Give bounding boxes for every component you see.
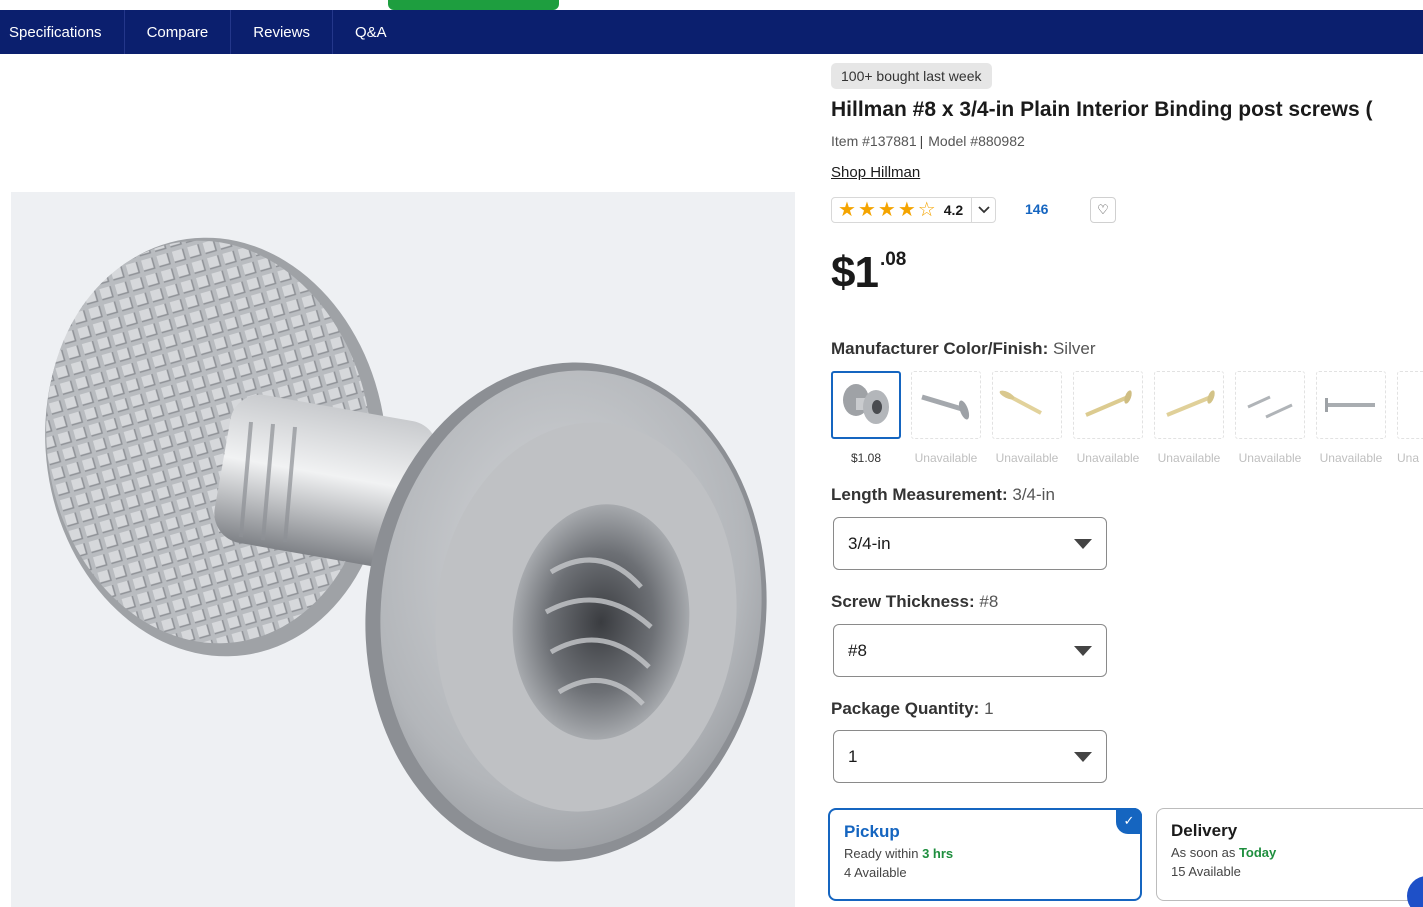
star-filled-icon: ★ (857, 199, 876, 221)
thickness-label-text: Screw Thickness: (831, 592, 975, 611)
star-filled-icon: ★ (877, 199, 896, 221)
model-number: Model #880982 (928, 133, 1025, 149)
delivery-soon-prefix: As soon as (1171, 845, 1236, 860)
price-cents: .08 (879, 249, 907, 270)
color-swatches: $1.08 Unavailable Unavailable Unavailabl… (831, 371, 1423, 471)
caret-down-icon (1074, 645, 1092, 656)
color-finish-value: Silver (1052, 339, 1096, 358)
swatch-caption: $1.08 (850, 451, 882, 465)
thickness-select[interactable]: #8 (833, 624, 1107, 677)
screw-thumbnail (1085, 390, 1132, 417)
star-filled-icon: ★ (838, 199, 856, 221)
thickness-label: Screw Thickness: #8 (831, 592, 998, 612)
swatch-option[interactable] (831, 371, 901, 439)
swatch-caption: Unavailable (995, 451, 1059, 465)
chevron-down-icon[interactable] (971, 198, 995, 222)
swatch-option[interactable] (1154, 371, 1224, 439)
length-value: 3/4-in (1012, 485, 1055, 504)
swatch-option[interactable] (911, 371, 981, 439)
screw-thumbnail (1166, 390, 1215, 417)
shop-brand-link[interactable]: Shop Hillman (831, 164, 920, 181)
product-section-nav: Specifications Compare Reviews Q&A (0, 10, 1423, 54)
pickup-title: Pickup (844, 822, 900, 841)
delivery-title: Delivery (1171, 821, 1238, 840)
screw-thumbnail (999, 390, 1042, 415)
package-qty-label: Package Quantity: 1 (831, 699, 994, 719)
star-filled-icon: ★ (897, 199, 916, 221)
pickup-ready-time: 3 hrs (922, 846, 954, 861)
length-select[interactable]: 3/4-in (833, 517, 1107, 570)
swatch-caption: Unavailable (1157, 451, 1221, 465)
swatch-caption: Una (1397, 451, 1420, 465)
swatch-option[interactable] (1235, 371, 1305, 439)
tab-reviews[interactable]: Reviews (231, 10, 333, 54)
length-label-text: Length Measurement: (831, 485, 1008, 504)
item-model-numbers: Item #137881 | Model #880982 (831, 133, 1025, 149)
heart-icon: ♡ (1097, 202, 1109, 217)
caret-down-icon (1074, 751, 1092, 762)
screw-thumbnail (1247, 395, 1293, 419)
product-image[interactable] (11, 192, 795, 907)
thickness-selected-value: #8 (848, 640, 867, 660)
separator: | (919, 133, 924, 149)
checkmark-icon: ✓ (1116, 808, 1142, 834)
price-dollars: $1 (831, 248, 879, 297)
screw-thumbnail (1325, 398, 1375, 412)
rating-summary[interactable]: ★ ★ ★ ★ ☆ 4.2 (831, 197, 997, 223)
tab-compare[interactable]: Compare (125, 10, 232, 54)
favorite-button[interactable]: ♡ (1090, 197, 1116, 223)
delivery-soon-time: Today (1238, 845, 1277, 860)
delivery-option[interactable]: Delivery As soon as Today 15 Available (1156, 808, 1423, 901)
swatch-caption: Unavailable (914, 451, 978, 465)
delivery-available: 15 Available (1171, 864, 1241, 879)
pickup-option[interactable]: Pickup Ready within 3 hrs 4 Available ✓ (828, 808, 1142, 901)
package-qty-select[interactable]: 1 (833, 730, 1107, 783)
star-empty-icon: ☆ (917, 199, 936, 221)
binding-post-thumbnail (843, 384, 889, 424)
bought-last-week-badge: 100+ bought last week (831, 63, 992, 89)
swatch-option[interactable] (992, 371, 1062, 439)
swatch-option[interactable] (1073, 371, 1143, 439)
review-count-link[interactable]: 146 (1025, 201, 1048, 217)
length-label: Length Measurement: 3/4-in (831, 485, 1055, 505)
product-title: Hillman #8 x 3/4-in Plain Interior Bindi… (831, 98, 1373, 121)
length-selected-value: 3/4-in (848, 533, 891, 553)
swatch-caption: Unavailable (1319, 451, 1383, 465)
swatch-caption: Unavailable (1238, 451, 1302, 465)
screw-thumbnail (921, 394, 970, 420)
item-number: Item #137881 (831, 133, 917, 149)
rating-value: 4.2 (943, 202, 964, 218)
tab-qa[interactable]: Q&A (333, 10, 409, 54)
binding-post-screw-image (45, 237, 767, 862)
pickup-ready: Ready within 3 hrs (844, 846, 1126, 861)
thickness-value: #8 (979, 592, 999, 611)
price: $1.08 (831, 248, 906, 298)
top-green-tab[interactable] (388, 0, 559, 10)
package-qty-value: 1 (984, 699, 994, 718)
delivery-soon: As soon as Today (1171, 845, 1421, 860)
package-qty-selected-value: 1 (848, 746, 858, 766)
swatch-option[interactable] (1397, 371, 1423, 439)
color-finish-label-text: Manufacturer Color/Finish: (831, 339, 1049, 358)
swatch-option[interactable] (1316, 371, 1386, 439)
tab-specifications[interactable]: Specifications (0, 10, 125, 54)
color-finish-label: Manufacturer Color/Finish: Silver (831, 339, 1095, 359)
caret-down-icon (1074, 538, 1092, 549)
pickup-ready-prefix: Ready within (844, 846, 919, 861)
package-qty-label-text: Package Quantity: (831, 699, 980, 718)
swatch-caption: Unavailable (1076, 451, 1140, 465)
pickup-available: 4 Available (844, 865, 907, 880)
